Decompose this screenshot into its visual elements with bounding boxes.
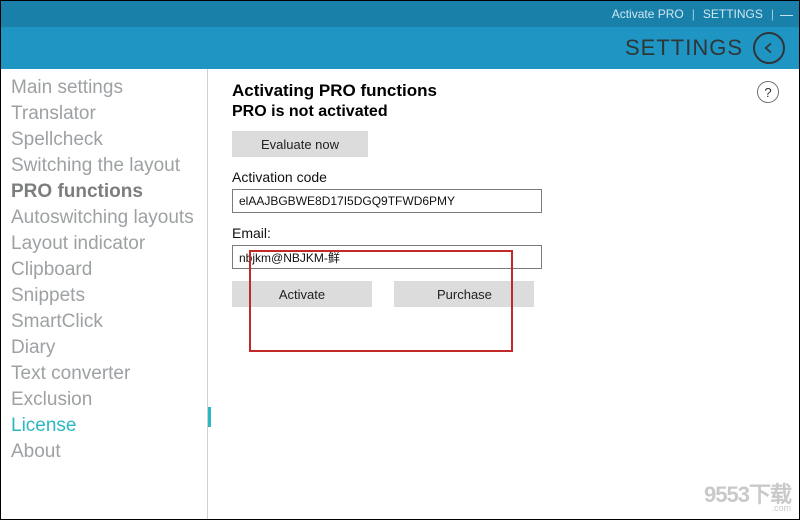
sidebar-item-smartclick[interactable]: SmartClick xyxy=(1,309,207,335)
sidebar-item-snippets[interactable]: Snippets xyxy=(1,283,207,309)
settings-link[interactable]: SETTINGS xyxy=(703,7,763,21)
sidebar-item-clipboard[interactable]: Clipboard xyxy=(1,257,207,283)
separator-icon: | xyxy=(692,7,695,21)
action-row: Activate Purchase xyxy=(232,281,779,307)
sidebar-item-pro-functions[interactable]: PRO functions xyxy=(1,179,207,205)
help-button[interactable]: ? xyxy=(757,81,779,103)
sidebar: Main settings Translator Spellcheck Swit… xyxy=(1,69,208,519)
sidebar-item-text-converter[interactable]: Text converter xyxy=(1,361,207,387)
activate-button[interactable]: Activate xyxy=(232,281,372,307)
sidebar-item-spellcheck[interactable]: Spellcheck xyxy=(1,127,207,153)
sidebar-item-layout-indicator[interactable]: Layout indicator xyxy=(1,231,207,257)
sidebar-item-about[interactable]: About xyxy=(1,439,207,465)
page-title: SETTINGS xyxy=(625,35,743,61)
window-top-strip: Activate PRO | SETTINGS | — xyxy=(1,1,799,27)
activation-code-label: Activation code xyxy=(232,169,779,185)
evaluate-button[interactable]: Evaluate now xyxy=(232,131,368,157)
sidebar-item-autoswitching[interactable]: Autoswitching layouts xyxy=(1,205,207,231)
heading-activating: Activating PRO functions xyxy=(232,81,779,101)
header-bar: SETTINGS xyxy=(1,27,799,69)
email-input[interactable] xyxy=(232,245,542,269)
active-section-marker xyxy=(208,407,211,427)
sidebar-item-translator[interactable]: Translator xyxy=(1,101,207,127)
back-button[interactable] xyxy=(753,32,785,64)
minimize-icon[interactable]: — xyxy=(780,7,793,22)
sidebar-item-exclusion[interactable]: Exclusion xyxy=(1,387,207,413)
arrow-left-icon xyxy=(761,40,777,56)
activation-code-input[interactable] xyxy=(232,189,542,213)
sidebar-item-license[interactable]: License xyxy=(1,413,207,439)
activate-pro-link[interactable]: Activate PRO xyxy=(612,7,684,21)
main-split: Main settings Translator Spellcheck Swit… xyxy=(1,69,799,519)
email-label: Email: xyxy=(232,225,779,241)
purchase-button[interactable]: Purchase xyxy=(394,281,534,307)
sidebar-item-switching-layout[interactable]: Switching the layout xyxy=(1,153,207,179)
heading-status: PRO is not activated xyxy=(232,103,779,121)
sidebar-item-main-settings[interactable]: Main settings xyxy=(1,75,207,101)
sidebar-item-diary[interactable]: Diary xyxy=(1,335,207,361)
content-panel: ? Activating PRO functions PRO is not ac… xyxy=(208,69,799,519)
separator-icon: | xyxy=(771,7,774,21)
